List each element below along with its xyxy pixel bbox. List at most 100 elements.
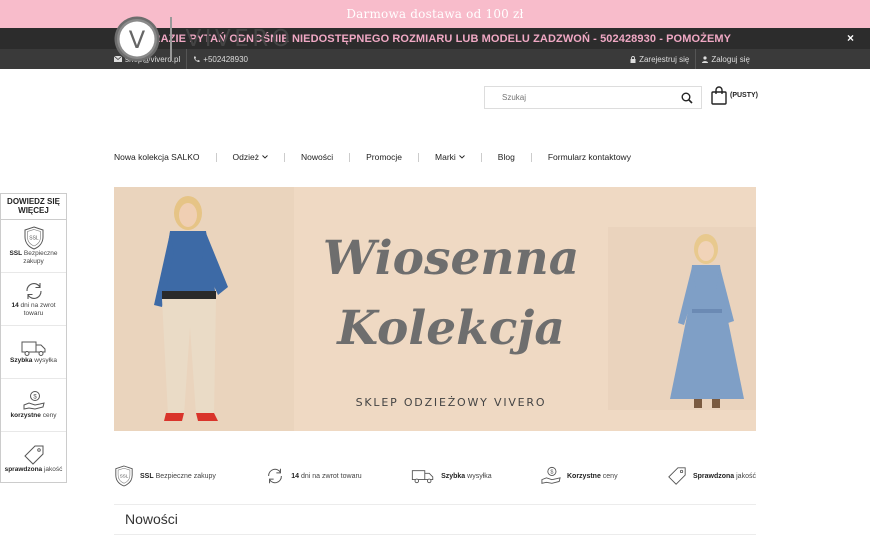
side-item-bold: 14 (11, 301, 19, 309)
logo-divider (170, 17, 172, 61)
feature-text: 14 dni na zwrot towaru (291, 473, 361, 480)
feature-bold: 14 (291, 472, 300, 480)
ssl-shield-icon: SSL (115, 465, 133, 487)
shopping-bag-icon (711, 86, 727, 105)
side-item-text: sprawdzona jakość (5, 466, 63, 474)
feature-quality: Sprawdzona jakość (667, 466, 756, 486)
login-link[interactable]: Zaloguj się (702, 55, 750, 64)
nav-label: Nowości (300, 152, 334, 162)
nav-label: Odzież (232, 152, 259, 162)
nav-label: Marki (435, 152, 456, 162)
feature-rest: Bezpieczne zakupy (153, 472, 216, 480)
nav-divider (283, 152, 285, 162)
side-item-text: Szybka wysyłka (10, 357, 57, 365)
feature-ssl: SSL SSL Bezpieczne zakupy (114, 465, 216, 487)
svg-text:$: $ (33, 395, 37, 401)
chevron-down-icon (262, 155, 268, 159)
register-text: Zarejestruj się (639, 54, 690, 64)
woman-in-denim-shirt-illustration (114, 187, 294, 431)
side-item-prices: $ korzystne ceny (1, 379, 66, 433)
util-divider (695, 49, 697, 69)
woman-in-blue-dress-illustration (608, 227, 756, 410)
lock-icon (630, 55, 636, 63)
banner-title-line1: Wiosenna (322, 231, 580, 286)
truck-icon (411, 470, 434, 484)
side-item-rest: dni na zwrot towaru (18, 301, 56, 318)
side-item-quality: sprawdzona jakość (1, 432, 66, 485)
search-input[interactable] (485, 93, 665, 102)
side-item-bold: SSL (9, 249, 23, 257)
cart-label: (PUSTY) (730, 92, 758, 99)
hero-banner[interactable]: Wiosenna Kolekcja SKLEP ODZIEŻOWY VIVERO (114, 187, 756, 431)
nav-item-blog[interactable]: Blog (498, 152, 515, 162)
side-item-text: 14 dni na zwrot towaru (3, 302, 64, 319)
promo-text: Darmowa dostawa od 100 zł (346, 7, 524, 21)
svg-text:SSL: SSL (120, 473, 129, 478)
side-panel-header[interactable]: DOWIEDZ SIĘ WIĘCEJ (1, 194, 66, 221)
nav-item-contact-form[interactable]: Formularz kontaktowy (548, 152, 631, 162)
nav-item-brands[interactable]: Marki (435, 152, 465, 162)
tag-icon (668, 467, 686, 485)
nav-item-clothing[interactable]: Odzież (233, 152, 268, 162)
side-item-rest: wysyłka (32, 357, 57, 365)
feature-rest: dni na zwrot towaru (299, 472, 362, 480)
side-item-returns: 14 dni na zwrot towaru (1, 273, 66, 327)
main-nav: Nowa kolekcja SALKO Odzież Nowości Promo… (114, 149, 631, 165)
nav-item-new-collection[interactable]: Nowa kolekcja SALKO (114, 152, 200, 162)
nav-label: Formularz kontaktowy (547, 152, 631, 162)
side-item-shipping: Szybka wysyłka (1, 326, 66, 380)
feature-text: Korzystne ceny (567, 473, 618, 480)
login-text: Zaloguj się (711, 54, 750, 64)
nav-divider (480, 152, 482, 162)
side-item-ssl: SSL SSL Bezpieczne zakupy (1, 220, 66, 274)
feature-text: SSL Bezpieczne zakupy (140, 473, 216, 480)
svg-text:$: $ (550, 470, 553, 476)
feature-text: Sprawdzona jakość (693, 473, 756, 480)
feature-rest: wysyłka (465, 472, 492, 480)
tag-icon (23, 445, 43, 465)
banner-subtitle: SKLEP ODZIEŻOWY VIVERO (355, 396, 547, 409)
nav-label: Nowa kolekcja SALKO (114, 152, 200, 162)
feature-prices: $ Korzystne ceny (541, 466, 618, 486)
nav-label: Blog (497, 152, 515, 162)
site-logo[interactable]: V VIVERO (114, 16, 293, 62)
side-item-rest: ceny (40, 412, 57, 420)
feature-returns: 14 dni na zwrot towaru (265, 466, 362, 486)
side-item-text: korzystne ceny (11, 412, 57, 420)
nav-item-new[interactable]: Nowości (301, 152, 333, 162)
user-icon (702, 55, 709, 63)
banner-title-line2: Kolekcja (337, 301, 565, 356)
side-info-panel: DOWIEDZ SIĘ WIĘCEJ SSL SSL Bezpieczne za… (0, 193, 67, 483)
feature-text: Szybka wysyłka (441, 473, 492, 480)
money-hand-icon: $ (541, 466, 561, 484)
side-item-bold: sprawdzona (4, 465, 43, 473)
side-item-rest: Bezpieczne zakupy (22, 249, 58, 266)
return-arrows-icon (25, 282, 42, 299)
features-strip: SSL SSL Bezpieczne zakupy 14 dni na zwro… (114, 464, 756, 488)
truck-icon (21, 341, 45, 357)
nav-label: Promocje (366, 152, 403, 162)
nav-divider (418, 152, 420, 162)
nav-divider (215, 152, 217, 162)
logo-emblem-icon: V (114, 16, 160, 62)
feature-rest: ceny (600, 472, 618, 480)
section-divider (114, 534, 756, 535)
search-icon[interactable] (681, 92, 693, 104)
chevron-down-icon (458, 155, 465, 159)
section-title-new: Nowości (125, 511, 178, 527)
register-link[interactable]: Zarejestruj się (630, 55, 689, 64)
logo-letter: V (129, 26, 146, 54)
feature-rest: jakość (734, 472, 756, 480)
ssl-shield-icon: SSL (24, 226, 43, 250)
logo-text: VIVERO (185, 26, 294, 52)
model-photo-left (114, 187, 294, 431)
cart-button[interactable]: (PUSTY) (711, 86, 758, 105)
nav-item-promotions[interactable]: Promocje (366, 152, 402, 162)
side-item-rest: jakość (42, 465, 63, 473)
nav-divider (530, 152, 532, 162)
close-icon[interactable]: × (847, 31, 854, 45)
feature-shipping: Szybka wysyłka (411, 468, 492, 484)
section-divider (114, 504, 756, 505)
feature-bold: Szybka (441, 472, 466, 480)
feature-bold: SSL (140, 472, 154, 480)
